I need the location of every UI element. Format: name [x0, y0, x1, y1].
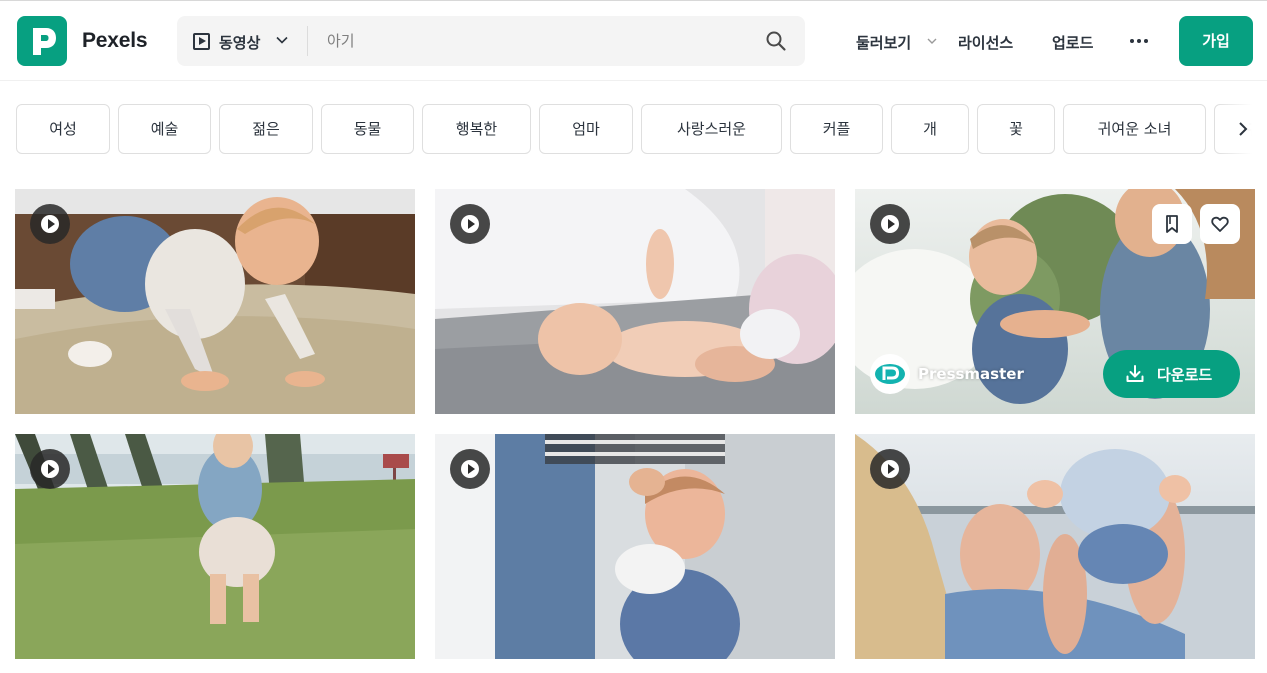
- play-icon: [30, 204, 70, 244]
- pexels-logo-icon: [33, 28, 56, 55]
- nav-license[interactable]: 라이선스: [958, 32, 1013, 53]
- more-icon[interactable]: [1130, 39, 1148, 45]
- tag-chip[interactable]: 귀여운 소녀: [1063, 104, 1206, 154]
- author-logo-icon: [872, 356, 908, 392]
- tag-chip[interactable]: 사랑스러운: [641, 104, 782, 154]
- tag-chip[interactable]: 커플: [790, 104, 883, 154]
- play-icon: [450, 449, 490, 489]
- collect-button[interactable]: [1152, 204, 1192, 244]
- brand-name[interactable]: Pexels: [82, 29, 148, 53]
- video-thumbnail: [435, 434, 835, 659]
- tag-chip[interactable]: 엄마: [539, 104, 633, 154]
- video-thumbnail: [15, 189, 415, 414]
- media-type-select[interactable]: 동영상: [177, 16, 307, 66]
- play-icon: [30, 449, 70, 489]
- play-icon: [870, 449, 910, 489]
- tag-chip[interactable]: 동물: [321, 104, 414, 154]
- video-thumbnail: [15, 434, 415, 659]
- chevron-down-icon: [927, 38, 937, 44]
- tag-chip[interactable]: 여성: [16, 104, 110, 154]
- heart-icon: [1211, 216, 1229, 232]
- tag-chip[interactable]: 예술: [118, 104, 211, 154]
- play-icon: [870, 204, 910, 244]
- chevron-right-icon[interactable]: [1236, 121, 1250, 137]
- like-button[interactable]: [1200, 204, 1240, 244]
- tag-chip[interactable]: 젊은: [219, 104, 313, 154]
- search-bar: 동영상: [177, 16, 805, 66]
- pexels-logo[interactable]: [17, 16, 67, 66]
- search-divider: [307, 26, 308, 56]
- nav-upload[interactable]: 업로드: [1052, 32, 1093, 53]
- play-icon: [450, 204, 490, 244]
- bookmark-icon: [1166, 215, 1178, 233]
- search-input[interactable]: [327, 27, 747, 55]
- author-name: Pressmaster: [918, 365, 1024, 383]
- tag-chip[interactable]: 개: [891, 104, 969, 154]
- download-button[interactable]: 다운로드: [1103, 350, 1240, 398]
- video-card[interactable]: Pressmaster 다운로드: [855, 189, 1255, 414]
- tag-chip[interactable]: 꽃: [977, 104, 1055, 154]
- media-type-label: 동영상: [219, 34, 261, 52]
- video-card[interactable]: [15, 189, 415, 414]
- avatar: [870, 354, 910, 394]
- video-thumbnail: [435, 189, 835, 414]
- download-label: 다운로드: [1157, 366, 1213, 384]
- video-card[interactable]: [855, 434, 1255, 659]
- download-icon: [1126, 365, 1144, 382]
- nav-explore[interactable]: 둘러보기: [856, 32, 911, 53]
- video-thumbnail: [855, 434, 1255, 659]
- join-button[interactable]: 가입: [1179, 16, 1253, 66]
- site-header: Pexels 동영상 둘러보기 라이선스 업로드 가입: [0, 1, 1267, 81]
- video-type-icon: [193, 33, 210, 50]
- search-icon[interactable]: [765, 30, 787, 52]
- video-card[interactable]: [15, 434, 415, 659]
- tag-chip[interactable]: 행복한: [422, 104, 531, 154]
- video-card[interactable]: [435, 189, 835, 414]
- chevron-down-icon: [276, 36, 288, 44]
- video-card[interactable]: [435, 434, 835, 659]
